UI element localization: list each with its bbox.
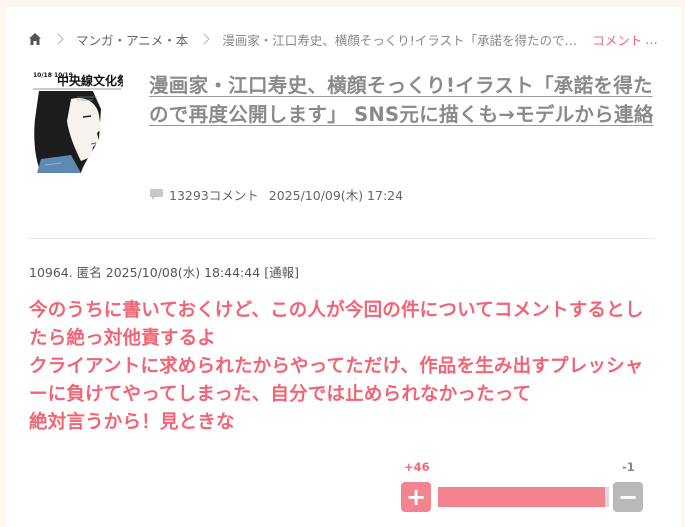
thumbnail-image: 10/18 10/19 中央線文化祭 [31,69,123,173]
home-icon[interactable] [28,32,42,46]
breadcrumb-current: 漫画家・江口寿史、横顔そっくり!イラスト「承諾を得たので再度公開します」 [222,32,580,48]
breadcrumb-category-link[interactable]: マンガ・アニメ・本 [76,30,188,49]
comment-count[interactable]: 13293コメント [169,185,259,204]
comment-number[interactable]: 10964. [29,265,73,280]
article-date: 2025/10/09(木) 17:24 [268,188,404,203]
vote-ratio-fill [438,487,606,507]
comment-meta: 10964. 匿名 2025/10/08(水) 18:44:44 [通報] [29,262,299,281]
report-link[interactable]: [通報] [264,265,299,280]
comment-author: 匿名 [76,265,102,280]
minus-vote-button[interactable]: − [613,482,643,512]
chevron-right-icon [198,33,210,45]
minus-vote-count: -1 [622,460,635,474]
breadcrumb-comment-link[interactable]: コメント [592,30,642,49]
chevron-right-icon [52,33,64,45]
comment-datetime: 2025/10/08(水) 18:44:44 [105,265,261,280]
divider [28,238,655,239]
comment-bubble-icon [150,189,163,200]
breadcrumb: マンガ・アニメ・本 漫画家・江口寿史、横顔そっくり!イラスト「承諾を得たので再度… [28,29,658,49]
article-meta: 13293コメント 2025/10/09(木) 17:24 [149,185,403,204]
article-thumbnail[interactable]: 10/18 10/19 中央線文化祭 [31,69,123,173]
comment-body: 今のうちに書いておくけど、この人が今回の件についてコメントするとしたら絶っ対他責… [29,300,644,433]
article-title-link[interactable]: 漫画家・江口寿史、横顔そっくり!イラスト「承諾を得たので再度公開します」 SNS… [149,71,654,129]
vote-ratio-bar [438,487,609,507]
plus-vote-button[interactable]: + [401,482,431,512]
plus-vote-count: +46 [404,460,430,474]
page-card: マンガ・アニメ・本 漫画家・江口寿史、横顔そっくり!イラスト「承諾を得たので再度… [6,7,681,527]
thumbnail-poster-text: 中央線文化祭 [57,73,123,88]
breadcrumb-ellipsis: … [645,31,658,47]
